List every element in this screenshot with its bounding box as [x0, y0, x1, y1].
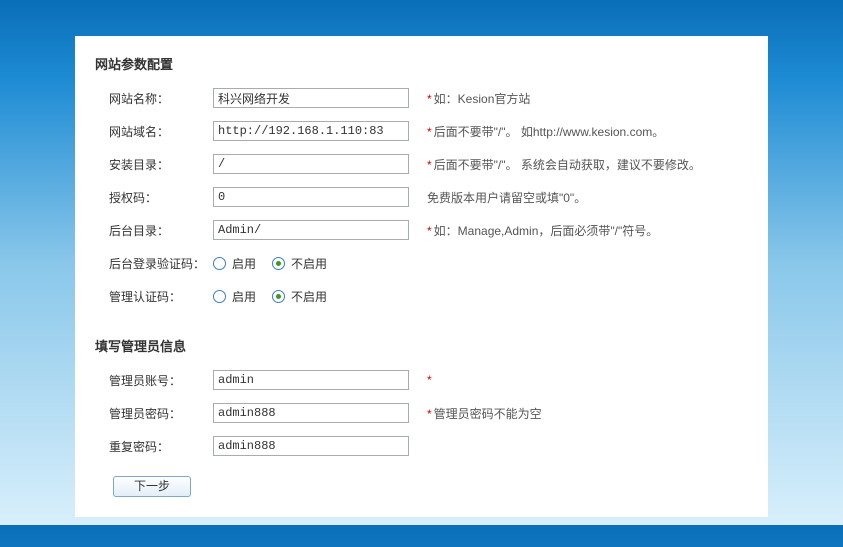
row-site-name: 网站名称： *如：Kesion官方站 — [95, 87, 748, 109]
input-admin-pass[interactable] — [213, 403, 409, 423]
row-backend-dir: 后台目录： *如：Manage,Admin，后面必须带"/"符号。 — [95, 219, 748, 241]
label-install-dir: 安装目录： — [95, 156, 213, 173]
radio-label-disable: 不启用 — [291, 288, 327, 305]
input-license[interactable] — [213, 187, 409, 207]
main-panel: 网站参数配置 网站名称： *如：Kesion官方站 网站域名： *后面不要带"/… — [75, 36, 768, 517]
input-admin-pass2[interactable] — [213, 436, 409, 456]
section-title-site-config: 网站参数配置 — [95, 54, 748, 73]
step-agreement[interactable]: 阅读许可协议 — [7, 0, 93, 1]
label-admin-pass: 管理员密码： — [95, 405, 213, 422]
radio-login-captcha-enable[interactable] — [213, 257, 226, 270]
radio-manage-captcha-disable[interactable] — [272, 290, 285, 303]
hint-site-name: *如：Kesion官方站 — [427, 90, 530, 107]
input-site-domain[interactable] — [213, 121, 409, 141]
label-license: 授权码： — [95, 189, 213, 206]
input-site-name[interactable] — [213, 88, 409, 108]
radio-label-enable: 启用 — [232, 255, 256, 272]
radio-manage-captcha-enable[interactable] — [213, 290, 226, 303]
section-title-admin-info: 填写管理员信息 — [95, 336, 748, 355]
hint-license: 免费版本用户请留空或填"0"。 — [427, 189, 586, 206]
row-admin-pass2: 重复密码： — [95, 435, 748, 457]
row-admin-user: 管理员账号： * — [95, 369, 748, 391]
label-site-domain: 网站域名： — [95, 123, 213, 140]
row-license: 授权码： 免费版本用户请留空或填"0"。 — [95, 186, 748, 208]
step-site-config[interactable]: 网站参数配置 — [312, 0, 398, 1]
hint-install-dir: *后面不要带"/"。 系统会自动获取，建议不要修改。 — [427, 156, 701, 173]
step-finish[interactable]: 完成安装 — [418, 0, 478, 1]
input-install-dir[interactable] — [213, 154, 409, 174]
next-button[interactable]: 下一步 — [113, 476, 191, 497]
label-manage-captcha: 管理认证码： — [95, 288, 213, 305]
row-site-domain: 网站域名： *后面不要带"/"。 如http://www.kesion.com。 — [95, 120, 748, 142]
label-site-name: 网站名称： — [95, 90, 213, 107]
label-admin-user: 管理员账号： — [95, 372, 213, 389]
row-manage-captcha: 管理认证码： 启用 不启用 — [95, 285, 748, 307]
hint-site-domain: *后面不要带"/"。 如http://www.kesion.com。 — [427, 123, 664, 140]
install-steps: 阅读许可协议 检查安装环境 创建数据库 网站参数配置 完成安装 — [3, 0, 840, 6]
label-login-captcha: 后台登录验证码： — [95, 255, 213, 272]
row-login-captcha: 后台登录验证码： 启用 不启用 — [95, 252, 748, 274]
radio-login-captcha-disable[interactable] — [272, 257, 285, 270]
radio-label-enable: 启用 — [232, 288, 256, 305]
hint-admin-pass: *管理员密码不能为空 — [427, 405, 542, 422]
row-install-dir: 安装目录： *后面不要带"/"。 系统会自动获取，建议不要修改。 — [95, 153, 748, 175]
step-check-env[interactable]: 检查安装环境 — [113, 0, 199, 1]
hint-admin-user: * — [427, 373, 434, 387]
row-admin-pass: 管理员密码： *管理员密码不能为空 — [95, 402, 748, 424]
input-admin-user[interactable] — [213, 370, 409, 390]
radio-label-disable: 不启用 — [291, 255, 327, 272]
hint-backend-dir: *如：Manage,Admin，后面必须带"/"符号。 — [427, 222, 658, 239]
step-create-db[interactable]: 创建数据库 — [219, 0, 292, 1]
input-backend-dir[interactable] — [213, 220, 409, 240]
label-admin-pass2: 重复密码： — [95, 438, 213, 455]
label-backend-dir: 后台目录： — [95, 222, 213, 239]
